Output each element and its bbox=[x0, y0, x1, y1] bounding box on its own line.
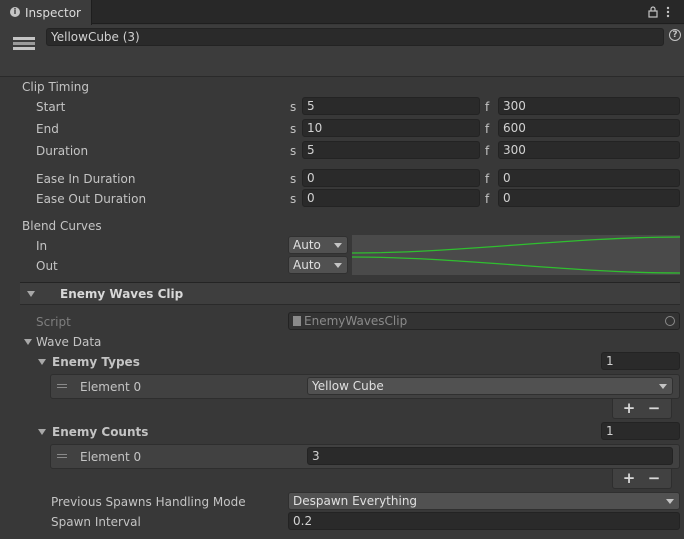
enemy-counts-foldout-icon[interactable] bbox=[38, 429, 46, 435]
enemy-types-element-label: Element 0 bbox=[80, 380, 142, 394]
enemy-counts-size-input[interactable]: 1 bbox=[601, 422, 680, 440]
ease-in-seconds-input[interactable]: 0 bbox=[302, 169, 480, 187]
remove-element-button[interactable]: − bbox=[642, 400, 666, 416]
enemy-counts-element-input[interactable]: 3 bbox=[307, 447, 673, 465]
object-picker-icon[interactable] bbox=[665, 316, 675, 326]
drag-handle-icon[interactable] bbox=[57, 454, 67, 458]
drag-handle-icon[interactable] bbox=[57, 384, 67, 388]
more-menu-icon[interactable] bbox=[665, 6, 671, 18]
ease-out-duration-label: Ease Out Duration bbox=[36, 192, 147, 206]
ease-in-frames-input[interactable]: 0 bbox=[498, 169, 680, 187]
frames-unit: f bbox=[485, 100, 490, 114]
script-file-icon bbox=[293, 316, 301, 326]
end-frames-input[interactable]: 600 bbox=[498, 119, 680, 137]
ease-out-frames-input[interactable]: 0 bbox=[498, 189, 680, 207]
spawn-interval-label: Spawn Interval bbox=[51, 515, 141, 529]
enemy-types-element-dropdown[interactable]: Yellow Cube bbox=[307, 377, 673, 395]
chevron-down-icon bbox=[334, 243, 342, 248]
blend-out-label: Out bbox=[36, 259, 58, 273]
start-seconds-input[interactable]: 5 bbox=[302, 97, 480, 115]
blend-curves-label: Blend Curves bbox=[22, 219, 102, 233]
seconds-unit: s bbox=[290, 100, 297, 114]
enemy-counts-label: Enemy Counts bbox=[52, 425, 149, 439]
tab-title: Inspector bbox=[25, 6, 81, 20]
duration-label: Duration bbox=[36, 144, 89, 158]
chevron-down-icon bbox=[334, 263, 342, 268]
blend-in-label: In bbox=[36, 239, 48, 253]
blend-out-mode-value: Auto bbox=[293, 258, 321, 272]
chevron-down-icon bbox=[666, 499, 674, 504]
enemy-counts-list-footer: + − bbox=[612, 469, 672, 489]
enemy-types-size-input[interactable]: 1 bbox=[601, 352, 680, 370]
add-element-button[interactable]: + bbox=[617, 400, 641, 416]
lock-icon[interactable] bbox=[648, 6, 658, 18]
component-title: Enemy Waves Clip bbox=[60, 287, 184, 301]
enemy-types-foldout-icon[interactable] bbox=[38, 359, 46, 365]
duration-frames-input[interactable]: 300 bbox=[498, 141, 680, 159]
enemy-types-list: Element 0 Yellow Cube bbox=[50, 374, 680, 399]
frames-unit: f bbox=[485, 172, 490, 186]
seconds-unit: s bbox=[290, 192, 297, 206]
script-label: Script bbox=[36, 315, 71, 329]
help-icon[interactable]: ? bbox=[669, 29, 681, 41]
end-label: End bbox=[36, 122, 59, 136]
script-value: EnemyWavesClip bbox=[304, 314, 408, 328]
spawn-mode-dropdown[interactable]: Despawn Everything bbox=[288, 492, 680, 510]
blend-in-mode-value: Auto bbox=[293, 238, 321, 252]
info-icon: i bbox=[10, 7, 20, 17]
blend-out-curve[interactable] bbox=[352, 255, 680, 275]
spawn-interval-input[interactable]: 0.2 bbox=[288, 512, 680, 530]
enemy-types-label: Enemy Types bbox=[52, 355, 140, 369]
add-element-button[interactable]: + bbox=[617, 470, 641, 486]
seconds-unit: s bbox=[290, 172, 297, 186]
tab-inspector[interactable]: i Inspector bbox=[0, 0, 92, 25]
spawn-mode-label: Previous Spawns Handling Mode bbox=[51, 495, 246, 509]
blend-in-mode-dropdown[interactable]: Auto bbox=[288, 236, 348, 254]
wave-data-foldout-icon[interactable] bbox=[24, 339, 32, 345]
end-seconds-input[interactable]: 10 bbox=[302, 119, 480, 137]
frames-unit: f bbox=[485, 144, 490, 158]
spawn-mode-value: Despawn Everything bbox=[293, 494, 418, 508]
foldout-arrow-icon[interactable] bbox=[27, 291, 35, 297]
seconds-unit: s bbox=[290, 144, 297, 158]
blend-in-curve[interactable] bbox=[352, 235, 680, 255]
enemy-counts-list: Element 0 3 bbox=[50, 444, 680, 469]
enemy-types-element-value: Yellow Cube bbox=[312, 379, 384, 393]
object-name-field[interactable]: YellowCube (3) bbox=[46, 28, 664, 46]
seconds-unit: s bbox=[290, 122, 297, 136]
start-label: Start bbox=[36, 100, 66, 114]
script-field: EnemyWavesClip bbox=[288, 312, 680, 330]
wave-data-label: Wave Data bbox=[36, 335, 102, 349]
enemy-types-list-footer: + − bbox=[612, 399, 672, 419]
ease-out-seconds-input[interactable]: 0 bbox=[302, 189, 480, 207]
frames-unit: f bbox=[485, 192, 490, 206]
blend-out-mode-dropdown[interactable]: Auto bbox=[288, 256, 348, 274]
chevron-down-icon bbox=[659, 384, 667, 389]
component-header[interactable]: Enemy Waves Clip bbox=[20, 283, 680, 305]
frames-unit: f bbox=[485, 122, 490, 136]
cube-icon bbox=[12, 34, 36, 52]
clip-timing-label: Clip Timing bbox=[22, 80, 90, 94]
duration-seconds-input[interactable]: 5 bbox=[302, 141, 480, 159]
start-frames-input[interactable]: 300 bbox=[498, 97, 680, 115]
tab-bar bbox=[0, 0, 684, 24]
ease-in-duration-label: Ease In Duration bbox=[36, 172, 136, 186]
enemy-counts-element-label: Element 0 bbox=[80, 450, 142, 464]
remove-element-button[interactable]: − bbox=[642, 470, 666, 486]
